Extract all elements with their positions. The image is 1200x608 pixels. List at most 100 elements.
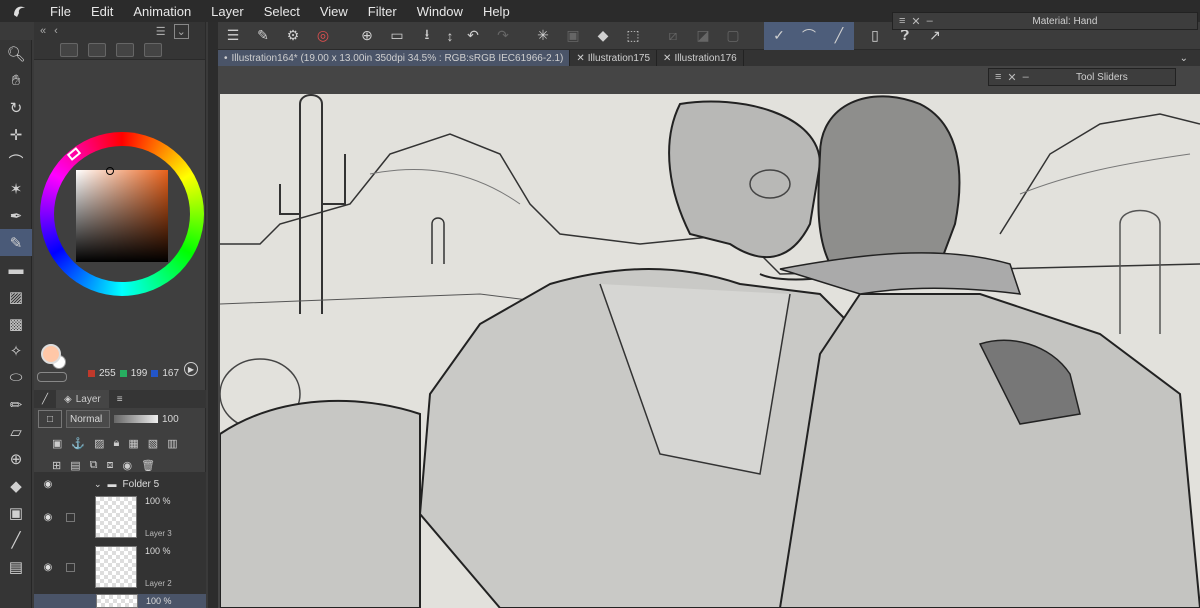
tab-layer-search[interactable]: ≡: [109, 394, 131, 405]
mask-icon[interactable]: ▧: [148, 437, 158, 450]
draft-icon[interactable]: ▨: [94, 437, 104, 450]
stabilizer-icon[interactable]: ✓: [764, 21, 794, 50]
tool-sliders-panel[interactable]: ≡ ✕ – Tool Sliders: [988, 68, 1176, 86]
close-icon[interactable]: ✕: [1007, 71, 1016, 84]
hand-icon[interactable]: ✋︎: [0, 67, 32, 94]
menu-view[interactable]: View: [310, 4, 358, 19]
vector-snap-icon[interactable]: ╱: [824, 21, 854, 50]
tab-layer-property[interactable]: ╱: [34, 394, 56, 405]
crop-icon[interactable]: ⬚: [618, 22, 648, 50]
collapse-icon[interactable]: «: [40, 25, 46, 37]
figure-icon[interactable]: ⬭: [0, 364, 32, 391]
menu-file[interactable]: File: [40, 4, 81, 19]
layer-row-folder[interactable]: ◉ ⌄ ▬ Folder 5: [34, 476, 206, 492]
magic-wand-icon[interactable]: ✶: [0, 175, 32, 202]
rotate-icon[interactable]: ↻: [0, 94, 32, 121]
invert-selection-icon[interactable]: ◪: [688, 22, 718, 50]
layer-select-checkbox[interactable]: [66, 512, 75, 522]
delete-layer-icon[interactable]: 🗑︎: [141, 459, 155, 472]
save-options-chevron-icon[interactable]: ↕: [442, 22, 458, 50]
tabs-overflow-icon[interactable]: ⌄: [1180, 53, 1188, 64]
color-picker-cursor[interactable]: [106, 167, 114, 175]
eyedropper-icon[interactable]: ✒: [0, 202, 32, 229]
color-mode-toggle[interactable]: [37, 372, 67, 382]
layer-row-layer2[interactable]: ◉ 100 % Layer 2: [34, 544, 206, 590]
drag-handle-icon[interactable]: ≡: [899, 15, 905, 27]
ruler-icon[interactable]: ▱: [0, 418, 32, 445]
opacity-value[interactable]: 100: [162, 414, 179, 425]
menu-filter[interactable]: Filter: [358, 4, 407, 19]
menu-edit[interactable]: Edit: [81, 4, 123, 19]
layer-row-layer3[interactable]: ◉ 100 % Layer 3: [34, 494, 206, 540]
ruler-toggle-icon[interactable]: ▥: [167, 437, 177, 450]
menu-icon[interactable]: ☰: [156, 25, 166, 38]
lock-transparency-icon[interactable]: ▦: [128, 437, 138, 450]
balloon-icon[interactable]: ◆: [0, 472, 32, 499]
tab-illustration176[interactable]: ✕ Illustration176: [657, 50, 744, 66]
companion-icon[interactable]: ▯: [860, 22, 890, 50]
save-icon[interactable]: ⭳: [412, 22, 442, 50]
transform-icon[interactable]: ▣: [558, 22, 588, 50]
color-history-tab[interactable]: [144, 42, 162, 57]
selection-border-icon[interactable]: ▢: [718, 22, 748, 50]
eraser-icon[interactable]: ▬: [0, 256, 32, 283]
create-mask-icon[interactable]: ◉: [122, 459, 132, 472]
pen-pressure-icon[interactable]: ⌒: [794, 21, 824, 50]
new-canvas-icon[interactable]: ✎: [248, 22, 278, 50]
canvas-area[interactable]: [218, 66, 1200, 608]
correction-icon[interactable]: ╱: [0, 526, 32, 553]
visibility-eye-icon[interactable]: ◉: [42, 512, 54, 523]
record-icon[interactable]: ◎: [308, 22, 338, 50]
reference-icon[interactable]: ⚓: [71, 437, 85, 450]
blend-icon[interactable]: ✧: [0, 337, 32, 364]
undo-icon[interactable]: ↶: [458, 22, 488, 50]
merge-down-icon[interactable]: ⧈: [106, 459, 113, 472]
fill-bucket-icon[interactable]: ◆: [588, 22, 618, 50]
visibility-eye-icon[interactable]: ◉: [42, 562, 54, 573]
menu-help[interactable]: Help: [473, 4, 520, 19]
expand-icon[interactable]: ‹: [54, 25, 58, 37]
menu-animation[interactable]: Animation: [123, 4, 201, 19]
main-color-swatch[interactable]: [41, 344, 61, 364]
lock-icon[interactable]: 🔒︎: [114, 437, 120, 450]
redo-icon[interactable]: ↷: [488, 22, 518, 50]
clip-icon[interactable]: ▣: [52, 437, 62, 450]
close-icon[interactable]: ✕: [576, 53, 584, 64]
layer-select-checkbox[interactable]: [66, 562, 75, 572]
color-settings-icon[interactable]: ▶: [184, 362, 198, 376]
menu-select[interactable]: Select: [254, 4, 310, 19]
fill-icon[interactable]: ▨: [0, 283, 32, 310]
color-slider-tab[interactable]: [88, 42, 106, 57]
folder-chevron-icon[interactable]: ⌄: [94, 479, 102, 490]
material-hand-panel[interactable]: ≡ ✕ – Material: Hand: [892, 12, 1198, 30]
layer-row-selected[interactable]: 100 %: [34, 594, 206, 608]
loading-icon[interactable]: ✳: [528, 22, 558, 50]
app-settings-icon[interactable]: ⚙: [278, 22, 308, 50]
color-wheel-tab[interactable]: [60, 42, 78, 57]
drag-handle-icon[interactable]: ≡: [995, 71, 1001, 83]
color-saturation-square[interactable]: [76, 170, 168, 262]
panel-dropdown-icon[interactable]: ⌄: [173, 23, 189, 39]
app-logo-icon[interactable]: [0, 0, 40, 22]
panel-scrollbar[interactable]: [208, 22, 218, 608]
new-file-icon[interactable]: ⊕: [352, 22, 382, 50]
tab-illustration164[interactable]: • Illustration164* (19.00 x 13.00in 350d…: [218, 50, 571, 66]
zoom-icon[interactable]: 🔍︎: [0, 40, 32, 67]
pen-icon[interactable]: ✎: [0, 229, 32, 256]
opacity-slider[interactable]: [114, 415, 158, 423]
color-set-tab[interactable]: [116, 42, 134, 57]
new-folder-icon[interactable]: ▤: [70, 459, 80, 472]
gradient-icon[interactable]: ▩: [0, 310, 32, 337]
text-icon[interactable]: ⊕: [0, 445, 32, 472]
lasso-icon[interactable]: ⌒: [0, 148, 32, 175]
line-icon[interactable]: ▣: [0, 499, 32, 526]
layout-icon[interactable]: ▤: [0, 553, 32, 580]
open-folder-icon[interactable]: ▭: [382, 22, 412, 50]
transfer-down-icon[interactable]: ⧉: [90, 459, 98, 472]
deselect-icon[interactable]: ⧄: [658, 22, 688, 50]
menu-layer[interactable]: Layer: [201, 4, 254, 19]
new-raster-layer-icon[interactable]: ⊞: [52, 459, 61, 472]
tab-layer[interactable]: ◈ Layer: [56, 390, 109, 408]
menu-window[interactable]: Window: [407, 4, 473, 19]
visibility-eye-icon[interactable]: ◉: [42, 479, 54, 490]
